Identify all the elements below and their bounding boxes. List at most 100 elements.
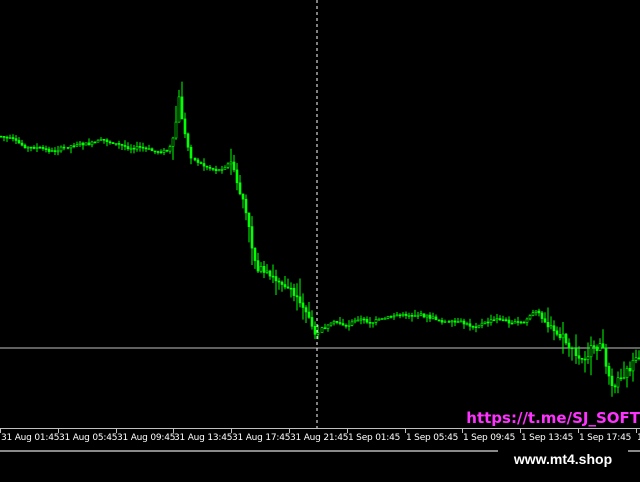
candle-body <box>471 325 475 328</box>
candle-body <box>610 375 614 387</box>
candle-body <box>583 358 587 361</box>
candle-body <box>26 146 30 149</box>
candle-body <box>313 325 317 335</box>
candle-body <box>338 322 342 324</box>
candle-body <box>589 345 593 358</box>
candle-body <box>193 157 197 161</box>
candle-body <box>117 143 121 145</box>
time-axis-label: 1 Sep 05:45 <box>406 433 459 443</box>
candle-body <box>450 320 454 323</box>
candle-body <box>277 280 281 283</box>
candle-body <box>413 315 417 318</box>
candle-body <box>32 146 36 149</box>
candle-body <box>183 118 187 135</box>
candle-body <box>271 275 275 278</box>
candle-body <box>416 314 420 317</box>
candle-body <box>392 315 396 318</box>
telegram-link[interactable]: https://t.me/SJ_SOFT <box>466 409 640 427</box>
time-axis-label: 1 Sep 17:45 <box>579 433 632 443</box>
candle-body <box>356 319 360 322</box>
candle-body <box>35 147 39 149</box>
candle-body <box>211 168 215 170</box>
candle-body <box>498 318 502 321</box>
candle-body <box>180 96 184 120</box>
candle-body <box>298 296 302 304</box>
candle-body <box>344 324 348 327</box>
candle-body <box>546 321 550 328</box>
price-chart[interactable] <box>0 0 640 428</box>
candle-body <box>519 321 523 324</box>
candle-body <box>295 295 299 298</box>
candle-body <box>102 139 106 141</box>
candle-body <box>622 377 626 379</box>
candle-body <box>347 324 351 327</box>
candle-body <box>159 151 163 153</box>
candle-body <box>437 319 441 322</box>
candle-body <box>81 142 85 146</box>
candle-body <box>174 121 178 139</box>
candle-body <box>292 287 296 296</box>
candle-body <box>196 159 200 163</box>
candle-body <box>534 310 538 314</box>
candle-body <box>616 377 620 388</box>
candle-body <box>150 148 154 152</box>
candle-body <box>459 320 463 323</box>
candle-body <box>316 332 320 335</box>
candle-body <box>138 146 142 148</box>
candle-body <box>377 318 381 321</box>
price-chart-area[interactable] <box>0 0 640 428</box>
candle-body <box>69 145 73 149</box>
candle-body <box>72 145 76 147</box>
candle-body <box>78 142 82 145</box>
candle-body <box>341 323 345 326</box>
candle-body <box>259 265 263 272</box>
candle-body <box>238 182 242 195</box>
time-axis-label: 31 Aug 21:45 <box>290 433 349 443</box>
candle-body <box>353 319 357 323</box>
candle-body <box>247 212 251 227</box>
candle-body <box>592 345 596 348</box>
candle-body <box>419 313 423 316</box>
candle-body <box>525 318 529 323</box>
candle-body <box>147 148 151 150</box>
candle-body <box>108 141 112 144</box>
candle-body <box>486 321 490 324</box>
candle-body <box>628 367 632 372</box>
candle-body <box>66 147 70 149</box>
time-axis-label: 31 Aug 05:45 <box>59 433 118 443</box>
candle-body <box>362 318 366 321</box>
candle-body <box>495 318 499 321</box>
candle-body <box>580 357 584 360</box>
watermark-label: www.mt4.shop <box>498 446 628 472</box>
candle-body <box>368 321 372 324</box>
candle-body <box>111 142 115 145</box>
candle-body <box>492 319 496 322</box>
candle-body <box>274 276 278 282</box>
candle-body <box>53 150 57 152</box>
candle-body <box>20 142 24 146</box>
candle-body <box>156 151 160 153</box>
candle-body <box>465 323 469 326</box>
candle-body <box>23 144 27 149</box>
time-axis-label: 1 Sep 09:45 <box>463 433 516 443</box>
candle-body <box>462 320 466 325</box>
candle-body <box>558 333 562 339</box>
candle-body <box>422 313 426 318</box>
candle-body <box>214 168 218 172</box>
candle-body <box>289 287 293 290</box>
candle-body <box>2 136 6 138</box>
candle-body <box>595 346 599 351</box>
candle-body <box>50 150 54 152</box>
candle-body <box>365 318 369 323</box>
candle-body <box>326 324 330 330</box>
candle-body <box>11 137 15 140</box>
candle-body <box>380 318 384 320</box>
candle-body <box>474 326 478 329</box>
candle-body <box>371 321 375 324</box>
candle-body <box>90 141 94 146</box>
candle-body <box>262 265 266 273</box>
candle-body <box>404 313 408 316</box>
candle-body <box>123 145 127 147</box>
candle-body <box>522 321 526 324</box>
candle-body <box>619 377 623 380</box>
